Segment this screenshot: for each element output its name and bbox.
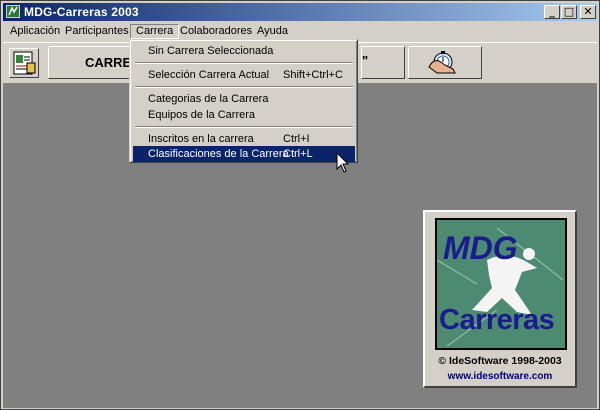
splash-logo-panel: MDG Carreras © IdeSoftware 1998-2003 www… bbox=[423, 210, 577, 388]
menu-item-label: Categorias de la Carrera bbox=[148, 93, 269, 105]
menu-item-label: Clasificaciones de la Carrera bbox=[148, 148, 289, 160]
close-button[interactable]: ✕ bbox=[580, 5, 596, 19]
menu-separator bbox=[135, 86, 353, 88]
menu-item-label: Selección Carrera Actual bbox=[148, 69, 270, 81]
menu-item-shortcut: Ctrl+L bbox=[283, 148, 313, 160]
menu-ayuda[interactable]: Ayuda bbox=[252, 24, 293, 39]
logo-title-mdg: MDG bbox=[443, 230, 518, 266]
minimize-button[interactable]: _ bbox=[544, 5, 560, 19]
menu-carrera[interactable]: Carrera bbox=[130, 24, 180, 39]
menu-item-equipos[interactable]: Equipos de la Carrera bbox=[133, 107, 355, 123]
logo-image: MDG Carreras bbox=[435, 218, 567, 350]
menu-participantes[interactable]: Participantes bbox=[60, 24, 134, 39]
menu-item-sin-carrera[interactable]: Sin Carrera Seleccionada bbox=[133, 43, 355, 59]
menu-item-shortcut: Shift+Ctrl+C bbox=[283, 69, 343, 81]
menu-item-inscritos[interactable]: Inscritos en la carrera Ctrl+I bbox=[133, 131, 355, 147]
race-label-tail-text: " bbox=[362, 53, 369, 68]
menu-item-clasificaciones[interactable]: Clasificaciones de la Carrera Ctrl+L bbox=[133, 146, 355, 162]
menu-item-categorias[interactable]: Categorias de la Carrera bbox=[133, 91, 355, 107]
title-bar[interactable]: MDG-Carreras 2003 _ □ ✕ bbox=[3, 3, 597, 21]
window-title: MDG-Carreras 2003 bbox=[24, 5, 139, 19]
menu-aplicacion[interactable]: Aplicación bbox=[5, 24, 65, 39]
race-label-tail: " bbox=[361, 46, 405, 79]
menu-item-label: Sin Carrera Seleccionada bbox=[148, 45, 274, 57]
app-window: MDG-Carreras 2003 _ □ ✕ Aplicación Parti… bbox=[0, 0, 600, 410]
app-icon bbox=[6, 5, 20, 18]
logo-title-carreras: Carreras bbox=[439, 304, 555, 336]
menu-separator bbox=[135, 126, 353, 128]
menu-separator bbox=[135, 62, 353, 64]
menu-item-shortcut: Ctrl+I bbox=[283, 133, 310, 145]
carrera-dropdown-menu: Sin Carrera Seleccionada Selección Carre… bbox=[129, 39, 358, 163]
participants-toolbar-button[interactable] bbox=[9, 48, 39, 78]
logo-url-link[interactable]: www.idesoftware.com bbox=[425, 371, 575, 382]
participant-card-icon bbox=[13, 51, 36, 75]
logo-copyright: © IdeSoftware 1998-2003 bbox=[438, 355, 562, 367]
menu-item-seleccion-carrera[interactable]: Selección Carrera Actual Shift+Ctrl+C bbox=[133, 67, 355, 83]
stopwatch-hand-icon bbox=[428, 51, 456, 74]
maximize-button[interactable]: □ bbox=[561, 5, 577, 19]
timing-toolbar-button[interactable] bbox=[408, 46, 482, 79]
mouse-cursor-icon bbox=[336, 152, 350, 173]
menu-item-label: Equipos de la Carrera bbox=[148, 109, 256, 121]
menu-item-label: Inscritos en la carrera bbox=[148, 133, 254, 145]
menu-colaboradores[interactable]: Colaboradores bbox=[175, 24, 257, 39]
